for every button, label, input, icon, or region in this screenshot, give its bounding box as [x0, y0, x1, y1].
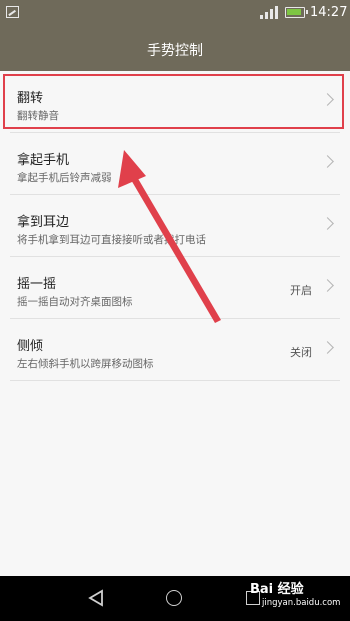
setting-value: 开启 [290, 284, 312, 297]
setting-title: 侧倾 [17, 339, 44, 354]
home-icon[interactable] [166, 590, 182, 606]
chevron-right-icon [321, 217, 334, 230]
setting-value: 关闭 [290, 346, 312, 359]
setting-pick-up[interactable]: 拿起手机 拿起手机后铃声减弱 [0, 133, 350, 195]
setting-subtitle: 将手机拿到耳边可直接接听或者拨打电话 [17, 234, 206, 246]
back-icon[interactable] [88, 589, 104, 607]
setting-subtitle: 左右倾斜手机以跨屏移动图标 [17, 358, 154, 370]
chevron-right-icon [321, 279, 334, 292]
status-time: 14:27 [310, 5, 348, 20]
title-bar: 手势控制 [0, 26, 350, 71]
setting-subtitle: 摇一摇自动对齐桌面图标 [17, 296, 133, 308]
setting-shake[interactable]: 摇一摇 摇一摇自动对齐桌面图标 开启 [0, 257, 350, 319]
highlight-box [3, 74, 344, 129]
setting-subtitle: 拿起手机后铃声减弱 [17, 172, 112, 184]
watermark-brand: Bai 经验 [250, 582, 304, 597]
status-bar: 14:27 [0, 0, 350, 26]
page-title: 手势控制 [147, 43, 203, 59]
setting-raise-to-ear[interactable]: 拿到耳边 将手机拿到耳边可直接接听或者拨打电话 [0, 195, 350, 257]
signal-icon [260, 5, 280, 19]
gallery-notification-icon [6, 6, 19, 18]
setting-title: 拿起手机 [17, 153, 70, 168]
setting-title: 摇一摇 [17, 277, 57, 292]
setting-tilt[interactable]: 侧倾 左右倾斜手机以跨屏移动图标 关闭 [0, 319, 350, 381]
setting-title: 拿到耳边 [17, 215, 70, 230]
chevron-right-icon [321, 155, 334, 168]
watermark-url: jingyan.baidu.com [262, 598, 341, 608]
divider [10, 380, 340, 381]
chevron-right-icon [321, 341, 334, 354]
battery-icon [285, 7, 308, 18]
